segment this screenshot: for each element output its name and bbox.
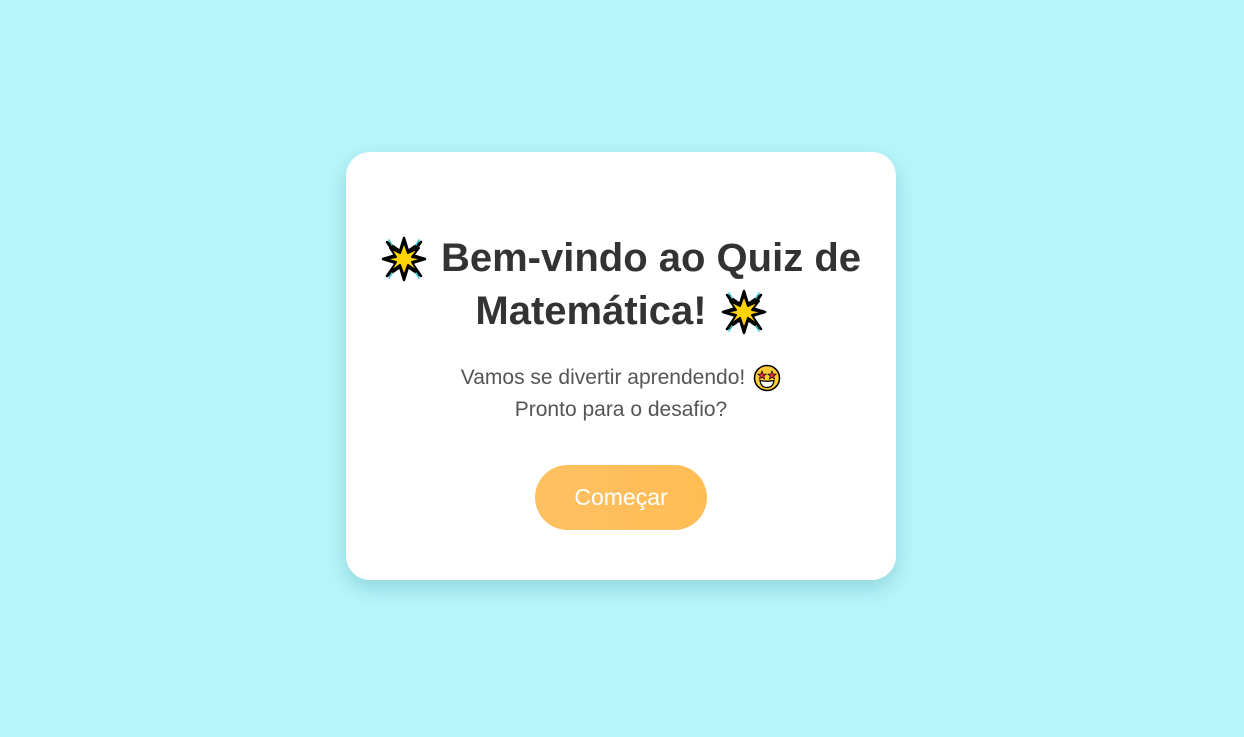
subtitle-text-2: Pronto para o desafio? — [514, 398, 728, 421]
welcome-card: Bem-vindo ao Quiz de Matemática! Vamos s… — [346, 152, 896, 580]
title-text-line-2: Matemática! — [475, 289, 707, 333]
subtitle-text-1: Vamos se divertir aprendendo! — [460, 366, 746, 389]
glowing-star-icon — [381, 236, 427, 282]
title-text-line-1: Bem-vindo ao Quiz de — [440, 236, 862, 280]
start-button[interactable]: Começar — [535, 465, 707, 530]
title-line-2: Matemática! — [346, 285, 896, 338]
subtitle-line-1: Vamos se divertir aprendendo! — [346, 362, 896, 394]
star-struck-face-icon — [753, 364, 781, 392]
page-title: Bem-vindo ao Quiz de Matemática! — [346, 232, 896, 338]
glowing-star-icon — [721, 289, 767, 335]
welcome-message: Vamos se divertir aprendendo! Pronto par… — [346, 362, 896, 426]
subtitle-line-2: Pronto para o desafio? — [346, 394, 896, 426]
title-line-1: Bem-vindo ao Quiz de — [346, 232, 896, 285]
